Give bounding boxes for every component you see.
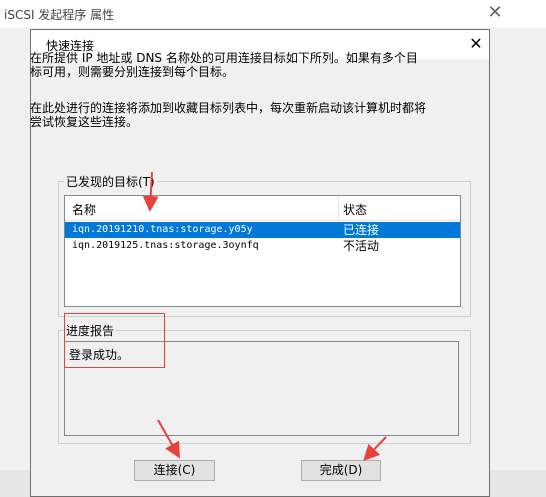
table-row[interactable]: iqn.2019125.tnas:storage.3oynfq 不活动 bbox=[65, 238, 460, 254]
column-header-status[interactable]: 状态 bbox=[343, 201, 367, 218]
dialog-close-icon[interactable]: ✕ bbox=[465, 33, 487, 55]
intro-paragraph: 在所提供 IP 地址或 DNS 名称处的可用连接目标如下所列。如果有多个目 标可… bbox=[30, 51, 430, 79]
connect-button[interactable]: 连接(C) bbox=[134, 460, 215, 481]
target-status: 已连接 bbox=[343, 223, 380, 237]
targets-list[interactable]: 名称 状态 iqn.20191210.tnas:storage.y05y 已连接… bbox=[64, 195, 461, 307]
parent-window-title: iSCSI 发起程序 属性 bbox=[4, 8, 115, 22]
target-name: iqn.2019125.tnas:storage.3oynfq bbox=[72, 240, 259, 251]
column-header-name[interactable]: 名称 bbox=[72, 201, 96, 218]
table-row[interactable]: iqn.20191210.tnas:storage.y05y 已连接 bbox=[65, 222, 460, 238]
target-status: 不活动 bbox=[343, 239, 380, 253]
favorites-paragraph: 在此处进行的连接将添加到收藏目标列表中，每次重新启动该计算机时都将 尝试恢复这些… bbox=[30, 101, 430, 129]
parent-title-bar: iSCSI 发起程序 属性 bbox=[0, 0, 546, 28]
targets-list-header: 名称 状态 bbox=[65, 196, 460, 221]
done-button[interactable]: 完成(D) bbox=[301, 460, 381, 481]
intro-line-1: 在所提供 IP 地址或 DNS 名称处的可用连接目标如下所列。如果有多个目 bbox=[30, 51, 418, 65]
targets-group-label: 已发现的目标(T) bbox=[64, 173, 157, 190]
intro-line-2: 标可用，则需要分别连接到每个目标。 bbox=[30, 65, 235, 79]
screen: iSCSI 发起程序 属性 ✕ 快速连接 ✕ 在所提供 IP 地址或 DNS 名… bbox=[0, 0, 546, 497]
target-name: iqn.20191210.tnas:storage.y05y bbox=[72, 224, 253, 235]
column-separator[interactable] bbox=[338, 196, 339, 220]
parent-close-icon[interactable]: ✕ bbox=[484, 2, 506, 24]
favorites-line-2: 尝试恢复这些连接。 bbox=[30, 115, 139, 129]
favorites-line-1: 在此处进行的连接将添加到收藏目标列表中，每次重新启动该计算机时都将 bbox=[30, 101, 427, 115]
annotation-highlight-box bbox=[64, 313, 165, 368]
